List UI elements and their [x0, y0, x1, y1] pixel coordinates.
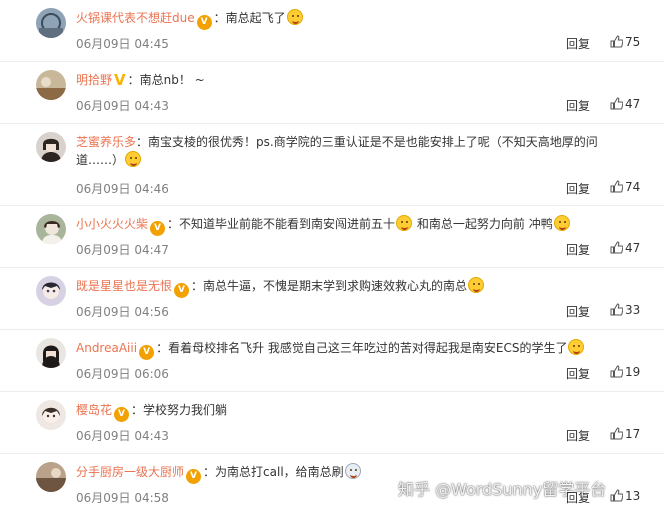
like-count: 33: [625, 303, 641, 317]
comment-text: 为南总打call，给南总刷: [215, 465, 344, 479]
emoji-icon: [468, 277, 485, 293]
comment-time: 06月09日 04:45: [76, 37, 169, 51]
comment-body: 既是星星也是无恨 V ：南总牛逼，不愧是期末学到求购速效救心丸的南总: [76, 277, 626, 298]
avatar[interactable]: [36, 214, 66, 244]
comment-list: 火锅课代表不想赶due V ：南总起飞了 06月09日 04:45 回复 75 明拾…: [0, 0, 664, 516]
thumbs-up-icon: [610, 489, 624, 505]
comment-text-continued: 和南总一起努力向前 冲鸭: [416, 217, 553, 231]
reply-button[interactable]: 回复: [566, 365, 590, 382]
comment-item: 小小火火火柴 V ：不知道毕业前能不能看到南安闯进前五十 和南总一起努力向前 冲鸭 …: [0, 206, 664, 268]
comment-body: 火锅课代表不想赶due V ：南总起飞了: [76, 9, 626, 30]
like-count: 74: [625, 180, 641, 194]
thumbs-up-icon: [610, 180, 624, 196]
like-button[interactable]: 13: [610, 489, 640, 505]
reply-button[interactable]: 回复: [566, 97, 590, 114]
thumbs-up-icon: [610, 365, 624, 381]
member-badge-icon: V: [114, 407, 130, 422]
thumbs-up-icon: [610, 241, 624, 257]
reply-button[interactable]: 回复: [566, 180, 590, 197]
like-count: 75: [625, 35, 641, 49]
emoji-icon: [568, 339, 585, 355]
commenter-name[interactable]: 既是星星也是无恨: [76, 279, 172, 293]
member-badge-icon: V: [150, 221, 166, 236]
comment-item: 火锅课代表不想赶due V ：南总起飞了 06月09日 04:45 回复 75: [0, 0, 664, 62]
reply-button[interactable]: 回复: [566, 241, 590, 258]
rocket-emoji-icon: [344, 463, 361, 479]
avatar[interactable]: [36, 8, 66, 38]
comment-item: 樱岛花 V ：学校努力我们躺 06月09日 04:43 回复 17: [0, 392, 664, 454]
comment-text: 学校努力我们躺: [143, 403, 228, 417]
commenter-name[interactable]: 明拾野: [76, 73, 112, 87]
watermark: 知乎 @WordSunny留学平台: [398, 480, 607, 499]
comment-body: 芝蜜养乐多：南宝支棱的很优秀！ps.商学院的三重认证是不是也能安排上了呢（不知天…: [76, 135, 598, 167]
comment-body: 明拾野 V ：南总nb！ ~: [76, 71, 205, 89]
commenter-name[interactable]: 火锅课代表不想赶due: [76, 11, 195, 25]
thumbs-up-icon: [610, 427, 624, 443]
comment-time: 06月09日 04:58: [76, 491, 169, 505]
like-count: 19: [625, 365, 641, 379]
like-count: 17: [625, 427, 641, 441]
thumbs-up-icon: [610, 303, 624, 319]
reply-button[interactable]: 回复: [566, 303, 590, 320]
comment-item: 既是星星也是无恨 V ：南总牛逼，不愧是期末学到求购速效救心丸的南总 06月09日 …: [0, 268, 664, 330]
comment-item: AndreaAiii V ：看着母校排名飞升 我感觉自己这三年吃过的苦对得起我是南安…: [0, 330, 664, 392]
member-badge-icon: V: [186, 469, 202, 484]
comment-body: 樱岛花 V ：学校努力我们躺: [76, 401, 626, 422]
commenter-name[interactable]: 樱岛花: [76, 403, 112, 417]
emoji-icon: [125, 151, 142, 167]
comment-body: AndreaAiii V ：看着母校排名飞升 我感觉自己这三年吃过的苦对得起我是南安…: [76, 339, 626, 360]
like-button[interactable]: 17: [610, 427, 640, 443]
member-badge-icon: V: [139, 345, 155, 360]
avatar[interactable]: [36, 132, 66, 162]
commenter-name[interactable]: AndreaAiii: [76, 341, 137, 355]
verified-v-icon: V: [114, 71, 126, 89]
comment-text: 南总起飞了: [225, 11, 286, 25]
emoji-icon: [553, 215, 570, 231]
comment-time: 06月09日 06:06: [76, 367, 169, 381]
comment-time: 06月09日 04:56: [76, 305, 169, 319]
comment-text: 南总nb！ ~: [139, 73, 205, 87]
comment-text-continued: 道……）: [76, 153, 125, 167]
like-button[interactable]: 19: [610, 365, 640, 381]
emoji-icon: [396, 215, 413, 231]
member-badge-icon: V: [196, 15, 212, 30]
commenter-name[interactable]: 分手厨房一级大厨师: [76, 465, 184, 479]
avatar[interactable]: [36, 462, 66, 492]
like-button[interactable]: 33: [610, 303, 640, 319]
comment-item: 芝蜜养乐多：南宝支棱的很优秀！ps.商学院的三重认证是不是也能安排上了呢（不知天…: [0, 124, 664, 206]
avatar[interactable]: [36, 400, 66, 430]
comment-text: 南宝支棱的很优秀！ps.商学院的三重认证是不是也能安排上了呢（不知天高地厚的问: [148, 135, 598, 149]
avatar[interactable]: [36, 338, 66, 368]
avatar[interactable]: [36, 70, 66, 100]
comment-time: 06月09日 04:43: [76, 99, 169, 113]
reply-button[interactable]: 回复: [566, 427, 590, 444]
comment-item: 明拾野 V ：南总nb！ ~ 06月09日 04:43 回复 47: [0, 62, 664, 124]
commenter-name[interactable]: 小小火火火柴: [76, 217, 148, 231]
like-count: 47: [625, 241, 641, 255]
commenter-name[interactable]: 芝蜜养乐多: [76, 135, 136, 149]
like-button[interactable]: 47: [610, 241, 640, 257]
like-button[interactable]: 74: [610, 180, 640, 196]
comment-text: 看着母校排名飞升 我感觉自己这三年吃过的苦对得起我是南安ECS的学生了: [168, 341, 568, 355]
comment-body: 小小火火火柴 V ：不知道毕业前能不能看到南安闯进前五十 和南总一起努力向前 冲鸭: [76, 215, 626, 236]
like-button[interactable]: 75: [610, 35, 640, 51]
comment-time: 06月09日 04:47: [76, 243, 169, 257]
like-count: 13: [625, 489, 641, 503]
emoji-icon: [286, 9, 303, 25]
comment-text: 南总牛逼，不愧是期末学到求购速效救心丸的南总: [203, 279, 468, 293]
comment-time: 06月09日 04:46: [76, 182, 169, 196]
like-button[interactable]: 47: [610, 97, 640, 113]
comment-time: 06月09日 04:43: [76, 429, 169, 443]
thumbs-up-icon: [610, 35, 624, 51]
member-badge-icon: V: [174, 283, 190, 298]
avatar[interactable]: [36, 276, 66, 306]
comment-text: 不知道毕业前能不能看到南安闯进前五十: [179, 217, 396, 231]
reply-button[interactable]: 回复: [566, 35, 590, 52]
like-count: 47: [625, 97, 641, 111]
thumbs-up-icon: [610, 97, 624, 113]
